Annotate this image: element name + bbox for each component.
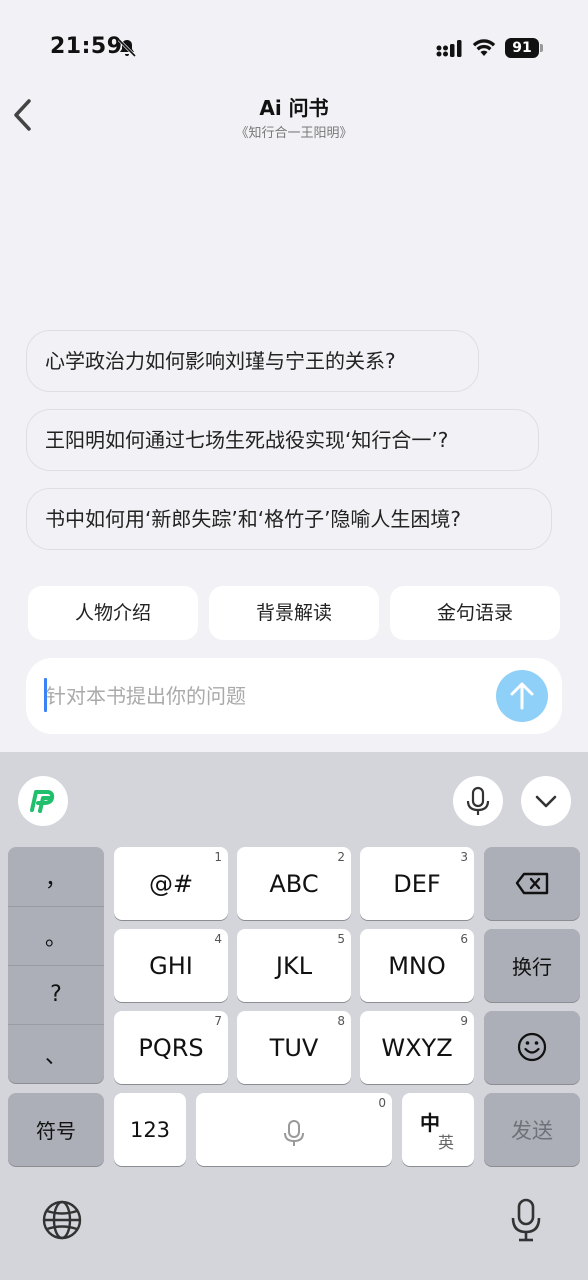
key-label: JKL — [275, 951, 313, 980]
key-number: 5 — [337, 932, 345, 946]
key-8[interactable]: TUV 8 — [237, 1011, 351, 1084]
key-number: 9 — [460, 1014, 468, 1028]
key-label: PQRS — [138, 1033, 204, 1062]
punct-question[interactable]: ? — [8, 965, 104, 1024]
key-label: ABC — [269, 869, 319, 898]
mic-icon — [284, 1120, 304, 1146]
key-label: 发送 — [511, 1118, 553, 1143]
arrow-up-icon — [510, 682, 534, 710]
key-number: 1 — [214, 850, 222, 864]
suggestion-question-2[interactable]: 王阳明如何通过七场生死战役实现‘知行合一’? — [26, 409, 539, 471]
key-number: 8 — [337, 1014, 345, 1028]
key-7[interactable]: PQRS 7 — [114, 1011, 228, 1084]
app-screen: 21:59 91 Ai 问书 《知行合一王阳明》 心学政治力如何影响刘瑾与宁王的… — [0, 0, 588, 752]
punctuation-column: ， 。 ? 、 — [8, 847, 104, 1083]
key-4[interactable]: GHI 4 — [114, 929, 228, 1002]
key-label: GHI — [149, 951, 193, 980]
delete-icon — [515, 872, 549, 895]
key-number: 6 — [460, 932, 468, 946]
pinyin-logo-icon[interactable] — [18, 776, 68, 826]
key-2[interactable]: ABC 2 — [237, 847, 351, 920]
pinyin-logo-glyph — [30, 790, 55, 813]
globe-icon[interactable] — [40, 1198, 84, 1242]
key-1[interactable]: @# 1 — [114, 847, 228, 920]
chip-background-reading[interactable]: 背景解读 — [209, 586, 379, 640]
key-label: @# — [148, 869, 194, 898]
newline-key[interactable]: 换行 — [484, 929, 580, 1002]
page-title: Ai 问书 — [259, 96, 329, 120]
key-label: 换行 — [512, 955, 552, 979]
status-time: 21:59 — [50, 34, 123, 59]
numbers-key[interactable]: 123 — [114, 1093, 186, 1166]
input-placeholder: 针对本书提出你的问题 — [46, 684, 246, 708]
delete-key[interactable] — [484, 847, 580, 920]
emoji-key[interactable] — [484, 1011, 580, 1084]
key-number: 7 — [214, 1014, 222, 1028]
book-subtitle: 《知行合一王阳明》 — [235, 126, 353, 141]
keyboard: ， 。 ? 、 @# 1 ABC 2 DEF 3 GHI 4 JKL 5 MNO… — [0, 752, 588, 1280]
key-number: 3 — [460, 850, 468, 864]
question-input[interactable]: 针对本书提出你的问题 — [26, 658, 562, 734]
wifi-icon — [472, 39, 496, 56]
dictation-mic-icon[interactable] — [506, 1196, 546, 1244]
battery-icon: 91 — [505, 38, 545, 58]
space-key[interactable]: 0 — [196, 1093, 392, 1166]
collapse-keyboard-button[interactable] — [521, 776, 571, 826]
chip-character-intro[interactable]: 人物介绍 — [28, 586, 198, 640]
key-label: TUV — [269, 1033, 319, 1062]
language-switch-key[interactable]: 中 英 — [402, 1093, 474, 1166]
symbols-key[interactable]: 符号 — [8, 1093, 104, 1166]
key-label: DEF — [393, 869, 441, 898]
key-label: MNO — [388, 951, 446, 980]
mic-icon — [466, 786, 490, 815]
send-button[interactable] — [496, 670, 548, 722]
send-key[interactable]: 发送 — [484, 1093, 580, 1166]
battery-level: 91 — [505, 38, 539, 58]
battery-tip — [540, 44, 543, 52]
status-bar: 21:59 91 — [0, 0, 588, 90]
key-label: 符号 — [36, 1119, 76, 1143]
key-9[interactable]: WXYZ 9 — [360, 1011, 474, 1084]
suggestion-question-1[interactable]: 心学政治力如何影响刘瑾与宁王的关系? — [26, 330, 479, 392]
suggestion-question-3[interactable]: 书中如何用‘新郎失踪’和‘格竹子’隐喻人生困境? — [26, 488, 552, 550]
chip-golden-quotes[interactable]: 金句语录 — [390, 586, 560, 640]
key-5[interactable]: JKL 5 — [237, 929, 351, 1002]
punct-enumeration[interactable]: 、 — [8, 1024, 104, 1083]
key-label: WXYZ — [381, 1033, 453, 1062]
voice-input-button[interactable] — [453, 776, 503, 826]
punct-period[interactable]: 。 — [8, 906, 104, 965]
lang-primary: 中 — [420, 1111, 440, 1135]
signal-icon — [436, 40, 462, 57]
punct-comma[interactable]: ， — [8, 847, 104, 906]
key-number: 2 — [337, 850, 345, 864]
key-3[interactable]: DEF 3 — [360, 847, 474, 920]
lang-secondary: 英 — [438, 1133, 455, 1152]
emoji-icon — [517, 1032, 547, 1062]
key-label: 123 — [129, 1117, 171, 1142]
bell-slash-icon — [117, 38, 137, 58]
key-6[interactable]: MNO 6 — [360, 929, 474, 1002]
chevron-down-icon — [535, 795, 557, 808]
key-number: 4 — [214, 932, 222, 946]
